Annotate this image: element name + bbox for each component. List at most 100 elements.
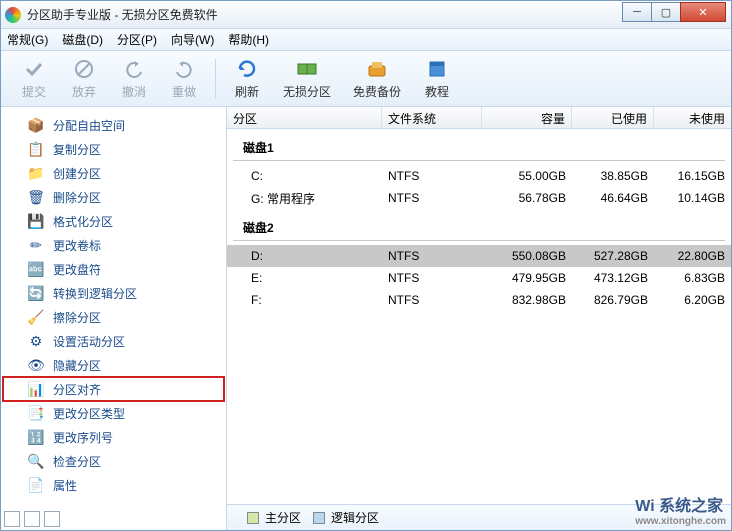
col-fs[interactable]: 文件系统 — [382, 107, 482, 128]
table-row[interactable]: D:NTFS550.08GB527.28GB22.80GB — [227, 245, 731, 267]
cell-fs: NTFS — [382, 293, 482, 307]
sidebar-item-15[interactable]: 📄属性 — [3, 473, 224, 497]
sidebar-item-3[interactable]: 🗑 删除分区 — [3, 185, 224, 209]
disk-header: 磁盘1 — [233, 129, 725, 161]
cell-fs: NTFS — [382, 169, 482, 183]
sidebar-item-label: 设置活动分区 — [53, 333, 125, 350]
quick-icon-3[interactable] — [44, 511, 60, 527]
col-used[interactable]: 已使用 — [572, 107, 654, 128]
sidebar-icon: 🔢 — [27, 428, 45, 446]
sidebar-item-label: 转换到逻辑分区 — [53, 285, 137, 302]
sidebar-icon: 💾 — [27, 212, 45, 230]
sidebar-item-10[interactable]: 👁隐藏分区 — [3, 353, 224, 377]
check-icon — [22, 57, 46, 81]
close-button[interactable]: ✕ — [680, 2, 726, 22]
sidebar-item-2[interactable]: 📁创建分区 — [3, 161, 224, 185]
redo-button[interactable]: 重做 — [159, 57, 209, 100]
cell-fs: NTFS — [382, 271, 482, 285]
cell-name: E: — [227, 271, 382, 285]
sidebar-item-5[interactable]: ✏更改卷标 — [3, 233, 224, 257]
commit-button[interactable]: 提交 — [9, 57, 59, 100]
swatch-main-icon — [247, 512, 259, 524]
quick-icon-2[interactable] — [24, 511, 40, 527]
tutorial-button[interactable]: 教程 — [412, 57, 462, 100]
col-cap[interactable]: 容量 — [482, 107, 572, 128]
undo-icon — [122, 57, 146, 81]
cell-cap: 550.08GB — [482, 249, 572, 263]
col-unused[interactable]: 未使用 — [654, 107, 731, 128]
separator — [215, 59, 216, 99]
menu-help[interactable]: 帮助(H) — [228, 31, 269, 48]
sidebar-icon: 🗑 — [27, 188, 45, 206]
cell-unused: 6.83GB — [654, 271, 731, 285]
sidebar-item-label: 分配自由空间 — [53, 117, 125, 134]
menu-partition[interactable]: 分区(P) — [117, 31, 157, 48]
maximize-button[interactable]: ▢ — [651, 2, 681, 22]
table-row[interactable]: F:NTFS832.98GB826.79GB6.20GB — [227, 289, 731, 311]
sidebar-item-8[interactable]: 🧹擦除分区 — [3, 305, 224, 329]
app-window: 分区助手专业版 - 无损分区免费软件 ─ ▢ ✕ 常规(G) 磁盘(D) 分区(… — [0, 0, 732, 531]
sidebar-item-6[interactable]: 🔤更改盘符 — [3, 257, 224, 281]
discard-button[interactable]: 放弃 — [59, 57, 109, 100]
cell-name: D: — [227, 249, 382, 263]
cell-unused: 10.14GB — [654, 191, 731, 205]
partition-icon — [295, 57, 319, 81]
undo-button[interactable]: 撤消 — [109, 57, 159, 100]
sidebar-item-label: 更改分区类型 — [53, 405, 125, 422]
sidebar-icon: 📄 — [27, 476, 45, 494]
sidebar-item-label: 检查分区 — [53, 453, 101, 470]
legend-main: 主分区 — [247, 509, 301, 526]
sidebar-item-7[interactable]: 🔄转换到逻辑分区 — [3, 281, 224, 305]
cell-name: C: — [227, 169, 382, 183]
minimize-button[interactable]: ─ — [622, 2, 652, 22]
sidebar-item-label: 复制分区 — [53, 141, 101, 158]
cell-cap: 56.78GB — [482, 191, 572, 205]
sidebar-icon: 📁 — [27, 164, 45, 182]
lossless-button[interactable]: 无损分区 — [272, 57, 342, 100]
menubar: 常规(G) 磁盘(D) 分区(P) 向导(W) 帮助(H) — [1, 29, 731, 51]
table-row[interactable]: C:NTFS55.00GB38.85GB16.15GB — [227, 165, 731, 187]
sidebar-item-label: 更改盘符 — [53, 261, 101, 278]
cell-cap: 832.98GB — [482, 293, 572, 307]
sidebar-icon: 🧹 — [27, 308, 45, 326]
sidebar-item-label: 分区对齐 — [53, 381, 101, 398]
backup-button[interactable]: 免费备份 — [342, 57, 412, 100]
cell-used: 38.85GB — [572, 169, 654, 183]
sidebar-item-label: 删除分区 — [53, 189, 101, 206]
sidebar-item-label: 格式化分区 — [53, 213, 113, 230]
sidebar-item-13[interactable]: 🔢更改序列号 — [3, 425, 224, 449]
cell-used: 473.12GB — [572, 271, 654, 285]
cell-cap: 479.95GB — [482, 271, 572, 285]
sidebar-item-label: 更改卷标 — [53, 237, 101, 254]
sidebar-icon: 📊 — [27, 380, 45, 398]
sidebar-icon: 📑 — [27, 404, 45, 422]
sidebar-item-9[interactable]: ⚙设置活动分区 — [3, 329, 224, 353]
cell-used: 527.28GB — [572, 249, 654, 263]
col-name[interactable]: 分区 — [227, 107, 382, 128]
sidebar-item-1[interactable]: 📋复制分区 — [3, 137, 224, 161]
quick-icon-1[interactable] — [4, 511, 20, 527]
book-icon — [425, 57, 449, 81]
backup-icon — [365, 57, 389, 81]
sidebar-item-11[interactable]: 📊 分区对齐 — [3, 377, 224, 401]
disk-header: 磁盘2 — [233, 209, 725, 241]
table-header: 分区 文件系统 容量 已使用 未使用 — [227, 107, 731, 129]
refresh-icon — [235, 57, 259, 81]
sidebar: 📦分配自由空间📋复制分区📁创建分区 🗑 删除分区 💾 格式化分区 ✏更改卷标🔤更改盘符🔄转… — [1, 107, 227, 530]
cell-unused: 6.20GB — [654, 293, 731, 307]
cell-fs: NTFS — [382, 191, 482, 205]
refresh-button[interactable]: 刷新 — [222, 57, 272, 100]
sidebar-item-12[interactable]: 📑 更改分区类型 — [3, 401, 224, 425]
sidebar-item-0[interactable]: 📦分配自由空间 — [3, 113, 224, 137]
menu-general[interactable]: 常规(G) — [7, 31, 48, 48]
content-area: 分区 文件系统 容量 已使用 未使用 磁盘1 C:NTFS55.00GB38.85… — [227, 107, 731, 530]
table-row[interactable]: G: 常用程序NTFS56.78GB46.64GB10.14GB — [227, 187, 731, 209]
cell-fs: NTFS — [382, 249, 482, 263]
table-row[interactable]: E:NTFS479.95GB473.12GB6.83GB — [227, 267, 731, 289]
sidebar-item-4[interactable]: 💾 格式化分区 — [3, 209, 224, 233]
menu-disk[interactable]: 磁盘(D) — [62, 31, 103, 48]
sidebar-item-label: 隐藏分区 — [53, 357, 101, 374]
menu-wizard[interactable]: 向导(W) — [171, 31, 214, 48]
sidebar-item-14[interactable]: 🔍检查分区 — [3, 449, 224, 473]
swatch-logical-icon — [313, 512, 325, 524]
